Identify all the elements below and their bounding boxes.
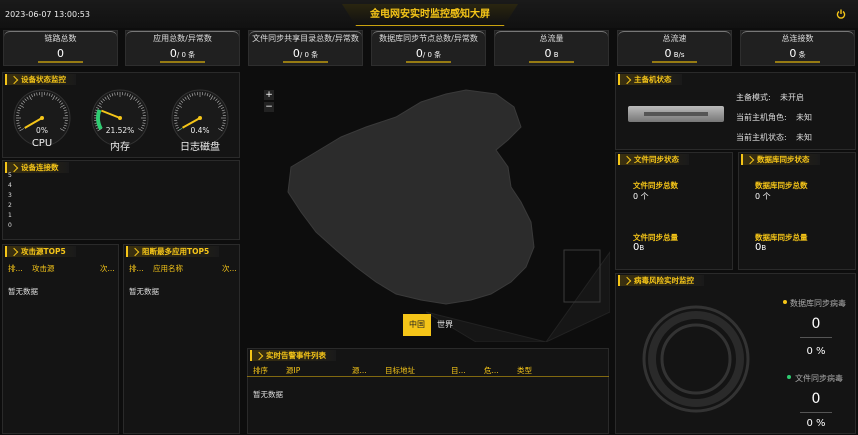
gauge xyxy=(90,86,150,147)
axis-tick: 1 xyxy=(8,212,12,219)
stat-label: 总连接数 xyxy=(741,31,854,44)
tab-world[interactable]: 世界 xyxy=(431,314,459,336)
timestamp: 2023-06-07 13:00:53 xyxy=(5,10,90,19)
gauge xyxy=(170,86,230,147)
stat-card: 文件同步共享目录总数/异常数 0/ 0 条 xyxy=(248,30,363,66)
stat-label: 总流量 xyxy=(495,31,608,44)
power-icon[interactable] xyxy=(836,9,846,19)
gauge-value: 21.52% xyxy=(105,126,135,135)
stat-label: 文件同步共享目录总数/异常数 xyxy=(249,31,362,44)
stat-card: 总流量 0 B xyxy=(494,30,609,66)
china-map-shape xyxy=(287,89,535,305)
alarm-list-panel: 实时告警事件列表 xyxy=(247,348,609,434)
stat-value: 0 B/s xyxy=(664,47,685,60)
panel-title: 设备连接数 xyxy=(5,162,69,173)
db-sync-total-value: 0 个 xyxy=(755,192,771,201)
file-virus-pct: 0 % xyxy=(806,418,826,429)
column-header: 应用名称 xyxy=(153,264,183,273)
db-sync-size-value: 0B xyxy=(755,242,767,253)
column-header: 危... xyxy=(484,366,499,375)
file-virus-label: 文件同步病毒 xyxy=(795,374,843,383)
panel-title: 病毒风险实时监控 xyxy=(618,275,704,286)
panel-title: 数据库同步状态 xyxy=(741,154,820,165)
column-header: 排... xyxy=(8,264,23,273)
axis-tick: 3 xyxy=(8,192,12,199)
server-icon xyxy=(628,106,724,122)
panel-title: 阻断最多应用TOP5 xyxy=(126,246,220,257)
empty-message: 暂无数据 xyxy=(129,287,159,296)
axis-tick: 4 xyxy=(8,182,12,189)
column-header: 次... xyxy=(222,264,237,273)
axis-tick: 0 xyxy=(8,222,12,229)
gauge-value: 0% xyxy=(36,126,48,135)
stat-card: 总连接数 0 条 xyxy=(740,30,855,66)
zoom-in-button[interactable]: + xyxy=(264,90,274,100)
empty-message: 暂无数据 xyxy=(8,287,38,296)
gauge-label: 日志磁盘 xyxy=(180,142,220,153)
db-virus-count: 0 xyxy=(800,316,832,338)
stat-value: 0/ 0 条 xyxy=(415,47,442,60)
stat-label: 数据库同步节点总数/异常数 xyxy=(372,31,485,44)
file-virus-count: 0 xyxy=(800,391,832,413)
panel-title: 主备机状态 xyxy=(618,74,682,85)
device-connections-panel: 设备连接数 xyxy=(2,160,240,240)
column-header: 源... xyxy=(352,366,367,375)
host-state-value: 未知 xyxy=(796,133,812,142)
stat-card: 应用总数/异常数 0/ 0 条 xyxy=(125,30,240,66)
host-mode-label: 主备模式: xyxy=(736,93,771,102)
file-sync-total-value: 0 个 xyxy=(633,192,649,201)
stat-card: 链路总数 0 xyxy=(3,30,118,66)
panel-title: 文件同步状态 xyxy=(618,154,689,165)
file-sync-total-label: 文件同步总数 xyxy=(633,181,678,190)
file-virus-dot xyxy=(787,375,791,379)
host-state-label: 当前主机状态: xyxy=(736,133,787,142)
zoom-out-button[interactable]: − xyxy=(264,102,274,112)
db-sync-total-label: 数据库同步总数 xyxy=(755,181,808,190)
axis-tick: 2 xyxy=(8,202,12,209)
gauge-value: 0.4% xyxy=(190,126,210,135)
stat-value: 0/ 0 条 xyxy=(292,47,319,60)
stat-card: 数据库同步节点总数/异常数 0/ 0 条 xyxy=(371,30,486,66)
stat-label: 总流速 xyxy=(618,31,731,44)
column-header: 排序 xyxy=(253,366,268,375)
map-area[interactable]: + − xyxy=(246,72,611,343)
column-header: 源IP xyxy=(286,366,301,375)
stat-label: 链路总数 xyxy=(4,31,117,44)
tab-china[interactable]: 中国 xyxy=(403,314,431,336)
column-header: 次... xyxy=(100,264,115,273)
db-virus-pct: 0 % xyxy=(806,346,826,357)
stat-card: 总流速 0 B/s xyxy=(617,30,732,66)
file-sync-size-value: 0B xyxy=(633,242,645,253)
host-role-value: 未知 xyxy=(796,113,812,122)
gauge xyxy=(12,86,72,147)
db-virus-dot xyxy=(783,300,787,304)
stat-value: 0 条 xyxy=(789,47,806,60)
db-virus-label: 数据库同步病毒 xyxy=(790,299,846,308)
top-bar: 2023-06-07 13:00:53 金电网安实时监控感知大屏 xyxy=(0,0,858,28)
stat-value: 0/ 0 条 xyxy=(169,47,196,60)
stat-value: 0 B xyxy=(544,47,559,60)
column-header: 排... xyxy=(129,264,144,273)
column-header: 目... xyxy=(451,366,466,375)
gauge-label: CPU xyxy=(31,138,53,149)
host-role-label: 当前主机角色: xyxy=(736,113,787,122)
column-header: 类型 xyxy=(517,366,532,375)
host-mode-value: 未开启 xyxy=(780,93,804,102)
axis-tick: 5 xyxy=(8,172,12,179)
column-header: 目标地址 xyxy=(385,366,415,375)
gauge-label: 内存 xyxy=(110,142,130,153)
empty-message: 暂无数据 xyxy=(253,390,283,399)
panel-title: 实时告警事件列表 xyxy=(250,350,336,361)
panel-title: 设备状态监控 xyxy=(5,74,76,85)
stat-value: 0 xyxy=(57,47,64,60)
stat-label: 应用总数/异常数 xyxy=(126,31,239,44)
virus-ring-chart xyxy=(642,305,750,413)
panel-title: 攻击源TOP5 xyxy=(5,246,76,257)
page-title: 金电网安实时监控感知大屏 xyxy=(342,4,518,26)
column-header: 攻击源 xyxy=(32,264,55,273)
